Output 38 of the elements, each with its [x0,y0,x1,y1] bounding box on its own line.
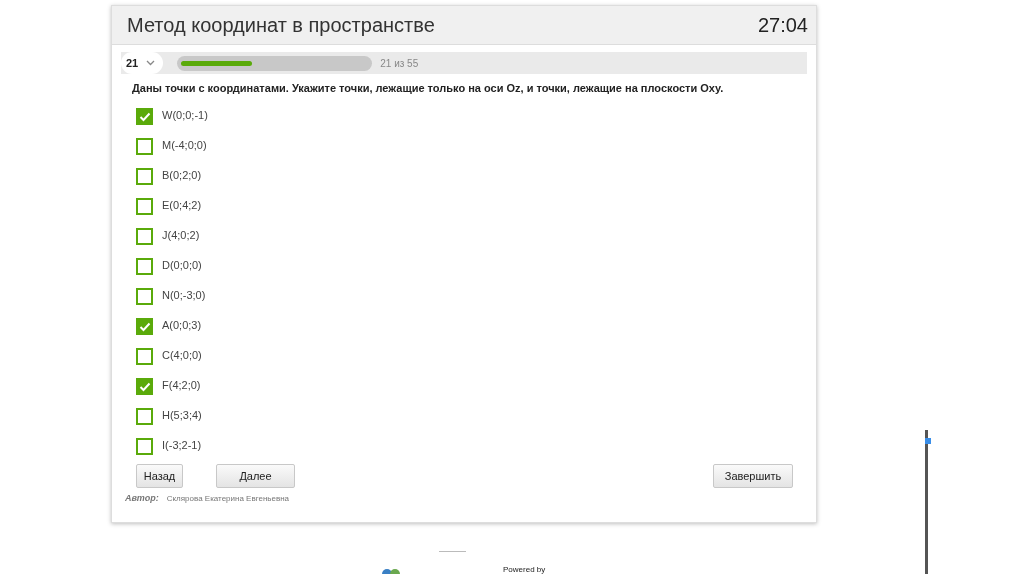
option-label: F(4;2;0) [162,379,201,391]
option-label: C(4;0;0) [162,349,202,361]
checkbox[interactable] [136,318,153,335]
back-button[interactable]: Назад [136,464,183,488]
checkbox[interactable] [136,198,153,215]
checkbox[interactable] [136,408,153,425]
author-label: Автор: [125,493,159,503]
checkbox[interactable] [136,348,153,365]
option-label: B(0;2;0) [162,169,202,181]
option-label: A(0;0;3) [162,319,202,331]
option-label: N(0;-3;0) [162,289,206,301]
checkbox[interactable] [136,258,153,275]
option-label: D(0;0;0) [162,259,202,271]
question-counter: 21 из 55 [380,57,419,69]
powered-by-text: Powered by [503,565,546,574]
checkbox[interactable] [136,168,153,185]
author-name: Склярова Екатерина Евгеньевна [166,494,290,503]
checkbox[interactable] [136,228,153,245]
logo-icon [379,568,403,574]
option-label: I(-3;2-1) [162,439,202,451]
scrollbar[interactable] [925,430,928,574]
option-label: M(-4;0;0) [162,139,207,151]
checkbox[interactable] [136,108,153,125]
question-selector[interactable]: 21 [121,52,164,74]
chevron-down-icon [146,60,156,66]
question-text: Даны точки с координатами. Укажите точки, лежащие только на оси Oz, и точки, лежащие на плоскости Oxy. [132,82,725,94]
test-title: Метод координат в пространстве [127,13,435,37]
option-label: J(4;0;2) [162,229,200,241]
checkbox[interactable] [136,288,153,305]
next-button[interactable]: Далее [216,464,295,488]
option-label: H(5;3;4) [162,409,202,421]
finish-button[interactable]: Завершить [713,464,793,488]
option-label: W(0;0;-1) [162,109,208,121]
timer: 27:04 [757,13,808,37]
option-label: E(0;4;2) [162,199,202,211]
checkbox[interactable] [136,138,153,155]
checkbox[interactable] [136,438,153,455]
checkbox[interactable] [136,378,153,395]
